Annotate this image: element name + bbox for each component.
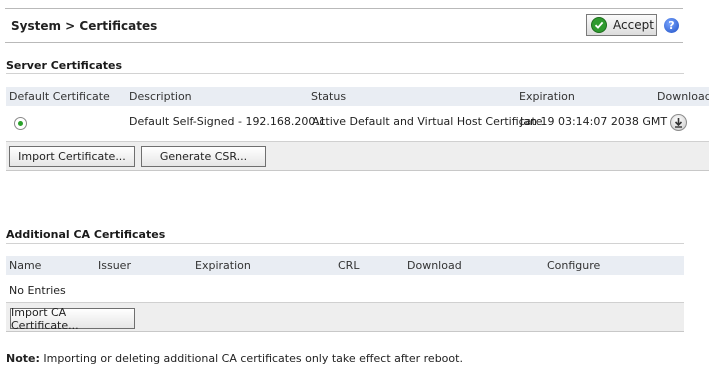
server-certificates-header-row: Default Certificate Description Status E… bbox=[6, 87, 709, 106]
import-ca-certificate-button[interactable]: Import CA Certificate... bbox=[10, 306, 135, 332]
check-icon bbox=[591, 17, 607, 33]
note-text: Importing or deleting additional CA cert… bbox=[39, 352, 463, 365]
column-header-crl: CRL bbox=[338, 259, 360, 272]
column-header-issuer: Issuer bbox=[98, 259, 131, 272]
column-header-expiration: Expiration bbox=[519, 90, 575, 103]
ca-certificates-header-row: Name Issuer Expiration CRL Download Conf… bbox=[6, 256, 684, 275]
import-certificate-button[interactable]: Import Certificate... bbox=[9, 146, 135, 167]
ca-certificates-button-bar: Import CA Certificate... bbox=[6, 302, 684, 332]
server-certificates-button-bar: Import Certificate... Generate CSR... bbox=[6, 141, 709, 171]
column-header-download: Download bbox=[657, 90, 709, 103]
download-icon[interactable] bbox=[670, 114, 687, 131]
generate-csr-button[interactable]: Generate CSR... bbox=[141, 146, 266, 167]
column-header-download: Download bbox=[407, 259, 462, 272]
accept-button[interactable]: Accept bbox=[586, 14, 657, 36]
help-icon[interactable]: ? bbox=[664, 18, 679, 33]
ca-empty-text: No Entries bbox=[9, 284, 66, 297]
server-certificates-rule bbox=[6, 73, 684, 74]
reboot-note: Note: Importing or deleting additional C… bbox=[6, 352, 463, 365]
column-header-status: Status bbox=[311, 90, 347, 103]
default-certificate-radio[interactable] bbox=[14, 117, 27, 130]
ca-certificates-title: Additional CA Certificates bbox=[6, 228, 166, 241]
ca-certificates-rule bbox=[6, 243, 684, 244]
note-label: Note: bbox=[6, 352, 40, 365]
table-row: Default Self-Signed - 192.168.200.1 Acti… bbox=[6, 106, 709, 140]
header-top-rule bbox=[5, 8, 683, 9]
column-header-expiration: Expiration bbox=[195, 259, 251, 272]
breadcrumb: System > Certificates bbox=[11, 19, 158, 33]
column-header-default-certificate: Default Certificate bbox=[9, 90, 110, 103]
column-header-name: Name bbox=[9, 259, 42, 272]
column-header-configure: Configure bbox=[547, 259, 601, 272]
certificate-expiration: Jan 19 03:14:07 2038 GMT bbox=[520, 115, 668, 128]
header-bottom-rule bbox=[5, 42, 683, 43]
server-certificates-title: Server Certificates bbox=[6, 59, 123, 72]
column-header-description: Description bbox=[129, 90, 192, 103]
certificate-status: Active Default and Virtual Host Certific… bbox=[312, 115, 543, 128]
radio-selected-dot bbox=[18, 121, 23, 126]
accept-label: Accept bbox=[613, 18, 654, 32]
certificate-description: Default Self-Signed - 192.168.200.1 bbox=[129, 115, 326, 128]
